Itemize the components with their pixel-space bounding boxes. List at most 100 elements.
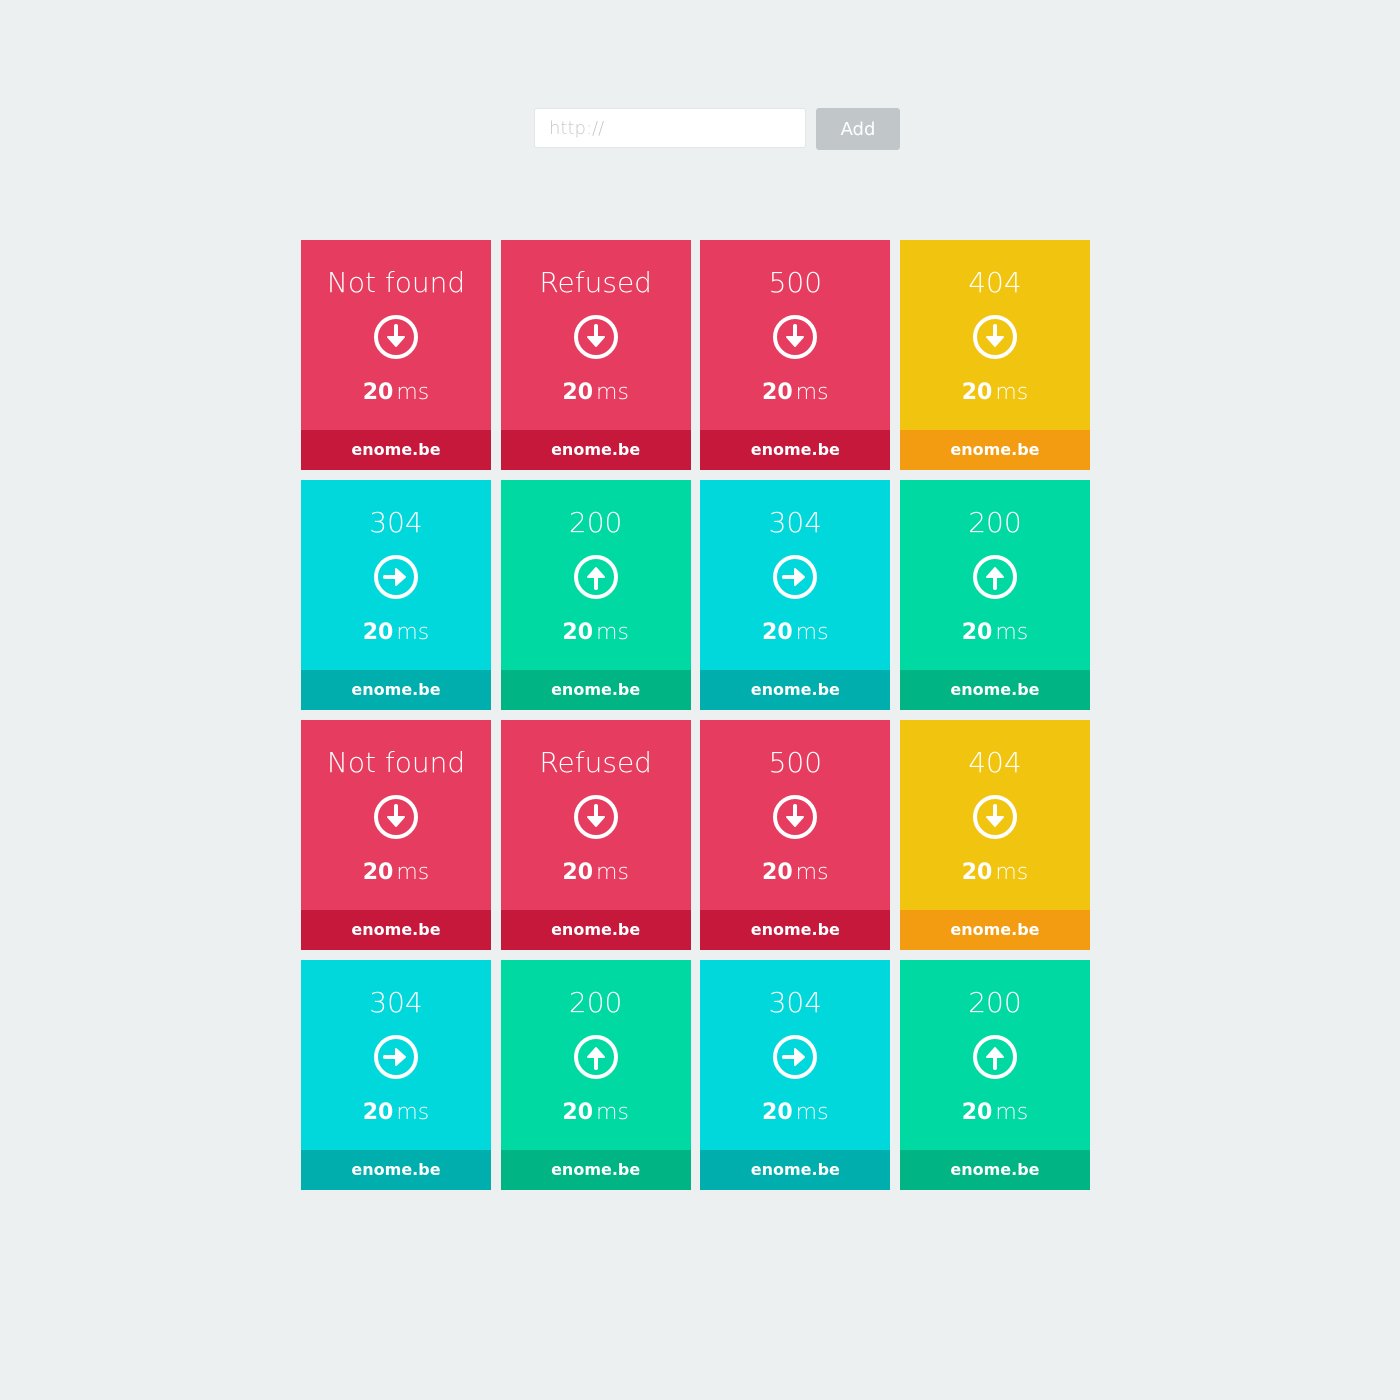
add-site-form: Add <box>534 108 900 150</box>
response-time-value: 20 <box>362 1100 394 1125</box>
site-name: enome.be <box>500 1150 691 1190</box>
arrow-right-circle-icon <box>773 555 818 599</box>
response-time: 20 ms <box>900 380 1090 406</box>
status-label: 200 <box>968 986 1022 1019</box>
site-name: enome.be <box>301 430 491 470</box>
site-name: enome.be <box>301 1150 491 1190</box>
response-time-unit: ms <box>995 380 1029 405</box>
response-time: 20 ms <box>501 1100 691 1126</box>
status-tile[interactable]: 404 20 ms enome.be <box>899 240 1090 470</box>
site-name: enome.be <box>700 1150 891 1190</box>
status-tile[interactable]: 304 20 ms enome.be <box>700 960 891 1190</box>
response-time-value: 20 <box>362 380 394 405</box>
status-tile[interactable]: 200 20 ms enome.be <box>899 480 1090 710</box>
status-tile[interactable]: 200 20 ms enome.be <box>500 480 691 710</box>
response-time: 20 ms <box>301 620 491 646</box>
arrow-up-circle-icon <box>972 1035 1017 1079</box>
status-label: 500 <box>768 746 823 779</box>
arrow-down-circle-icon <box>972 795 1017 839</box>
status-tile[interactable]: 200 20 ms enome.be <box>500 960 691 1190</box>
response-time-value: 20 <box>562 380 594 405</box>
response-time-value: 20 <box>762 620 793 645</box>
status-tile[interactable]: 304 20 ms enome.be <box>700 480 891 710</box>
arrow-right-circle-icon <box>773 1035 818 1079</box>
response-time: 20 ms <box>301 380 491 406</box>
response-time-unit: ms <box>795 380 829 405</box>
response-time-unit: ms <box>396 620 430 645</box>
site-name: enome.be <box>700 430 891 470</box>
site-name: enome.be <box>899 670 1090 710</box>
arrow-down-circle-icon <box>374 795 418 839</box>
response-time-unit: ms <box>596 620 629 645</box>
response-time: 20 ms <box>301 860 491 886</box>
arrow-right-circle-icon <box>374 1035 418 1079</box>
status-tile[interactable]: Not found 20 ms enome.be <box>301 240 491 470</box>
site-name: enome.be <box>500 670 691 710</box>
response-time-unit: ms <box>596 1100 629 1125</box>
status-label: 304 <box>369 986 423 1019</box>
arrow-down-circle-icon <box>773 315 818 359</box>
site-name: enome.be <box>500 430 691 470</box>
response-time-unit: ms <box>795 620 829 645</box>
response-time: 20 ms <box>900 620 1090 646</box>
status-tile[interactable]: 500 20 ms enome.be <box>700 720 891 950</box>
response-time-unit: ms <box>396 860 430 885</box>
response-time-value: 20 <box>961 1100 993 1125</box>
status-tile[interactable]: Refused 20 ms enome.be <box>500 240 691 470</box>
response-time-unit: ms <box>396 380 430 405</box>
status-label: 200 <box>568 986 623 1019</box>
status-tile[interactable]: 304 20 ms enome.be <box>301 960 491 1190</box>
status-tile[interactable]: 200 20 ms enome.be <box>899 960 1090 1190</box>
response-time: 20 ms <box>700 1100 890 1126</box>
response-time: 20 ms <box>700 380 890 406</box>
response-time-value: 20 <box>362 620 394 645</box>
response-time-unit: ms <box>995 1100 1029 1125</box>
response-time: 20 ms <box>501 380 691 406</box>
response-time-unit: ms <box>596 860 629 885</box>
response-time-value: 20 <box>762 380 793 405</box>
response-time-unit: ms <box>995 860 1029 885</box>
arrow-up-circle-icon <box>972 555 1017 599</box>
response-time: 20 ms <box>900 860 1090 886</box>
status-tile[interactable]: Refused 20 ms enome.be <box>500 720 691 950</box>
url-input[interactable] <box>534 108 806 148</box>
status-label: 200 <box>968 506 1022 539</box>
response-time-value: 20 <box>762 1100 793 1125</box>
arrow-right-circle-icon <box>374 555 418 599</box>
site-name: enome.be <box>899 910 1090 950</box>
response-time: 20 ms <box>301 1100 491 1126</box>
response-time-unit: ms <box>795 1100 829 1125</box>
site-name: enome.be <box>301 670 491 710</box>
response-time-value: 20 <box>562 620 594 645</box>
status-label: Refused <box>539 746 652 779</box>
status-tile[interactable]: 404 20 ms enome.be <box>899 720 1090 950</box>
response-time-unit: ms <box>396 1100 430 1125</box>
add-button[interactable]: Add <box>816 108 900 150</box>
status-label: Not found <box>326 266 466 299</box>
arrow-down-circle-icon <box>773 795 818 839</box>
site-name: enome.be <box>301 910 491 950</box>
arrow-up-circle-icon <box>573 1035 618 1079</box>
status-label: 304 <box>768 986 823 1019</box>
response-time: 20 ms <box>501 620 691 646</box>
status-tile[interactable]: Not found 20 ms enome.be <box>301 720 491 950</box>
arrow-up-circle-icon <box>573 555 618 599</box>
site-name: enome.be <box>700 670 891 710</box>
site-name: enome.be <box>500 910 691 950</box>
response-time: 20 ms <box>900 1100 1090 1126</box>
response-time-unit: ms <box>596 380 629 405</box>
status-tile[interactable]: 500 20 ms enome.be <box>700 240 891 470</box>
arrow-down-circle-icon <box>374 315 418 359</box>
status-tile[interactable]: 304 20 ms enome.be <box>301 480 491 710</box>
response-time-value: 20 <box>562 860 594 885</box>
arrow-down-circle-icon <box>972 315 1017 359</box>
arrow-down-circle-icon <box>573 795 618 839</box>
response-time-value: 20 <box>562 1100 594 1125</box>
site-name: enome.be <box>700 910 891 950</box>
site-name: enome.be <box>899 1150 1090 1190</box>
status-label: 304 <box>369 506 423 539</box>
status-label: 404 <box>968 746 1022 779</box>
status-label: 500 <box>768 266 823 299</box>
site-name: enome.be <box>899 430 1090 470</box>
status-label: 200 <box>568 506 623 539</box>
